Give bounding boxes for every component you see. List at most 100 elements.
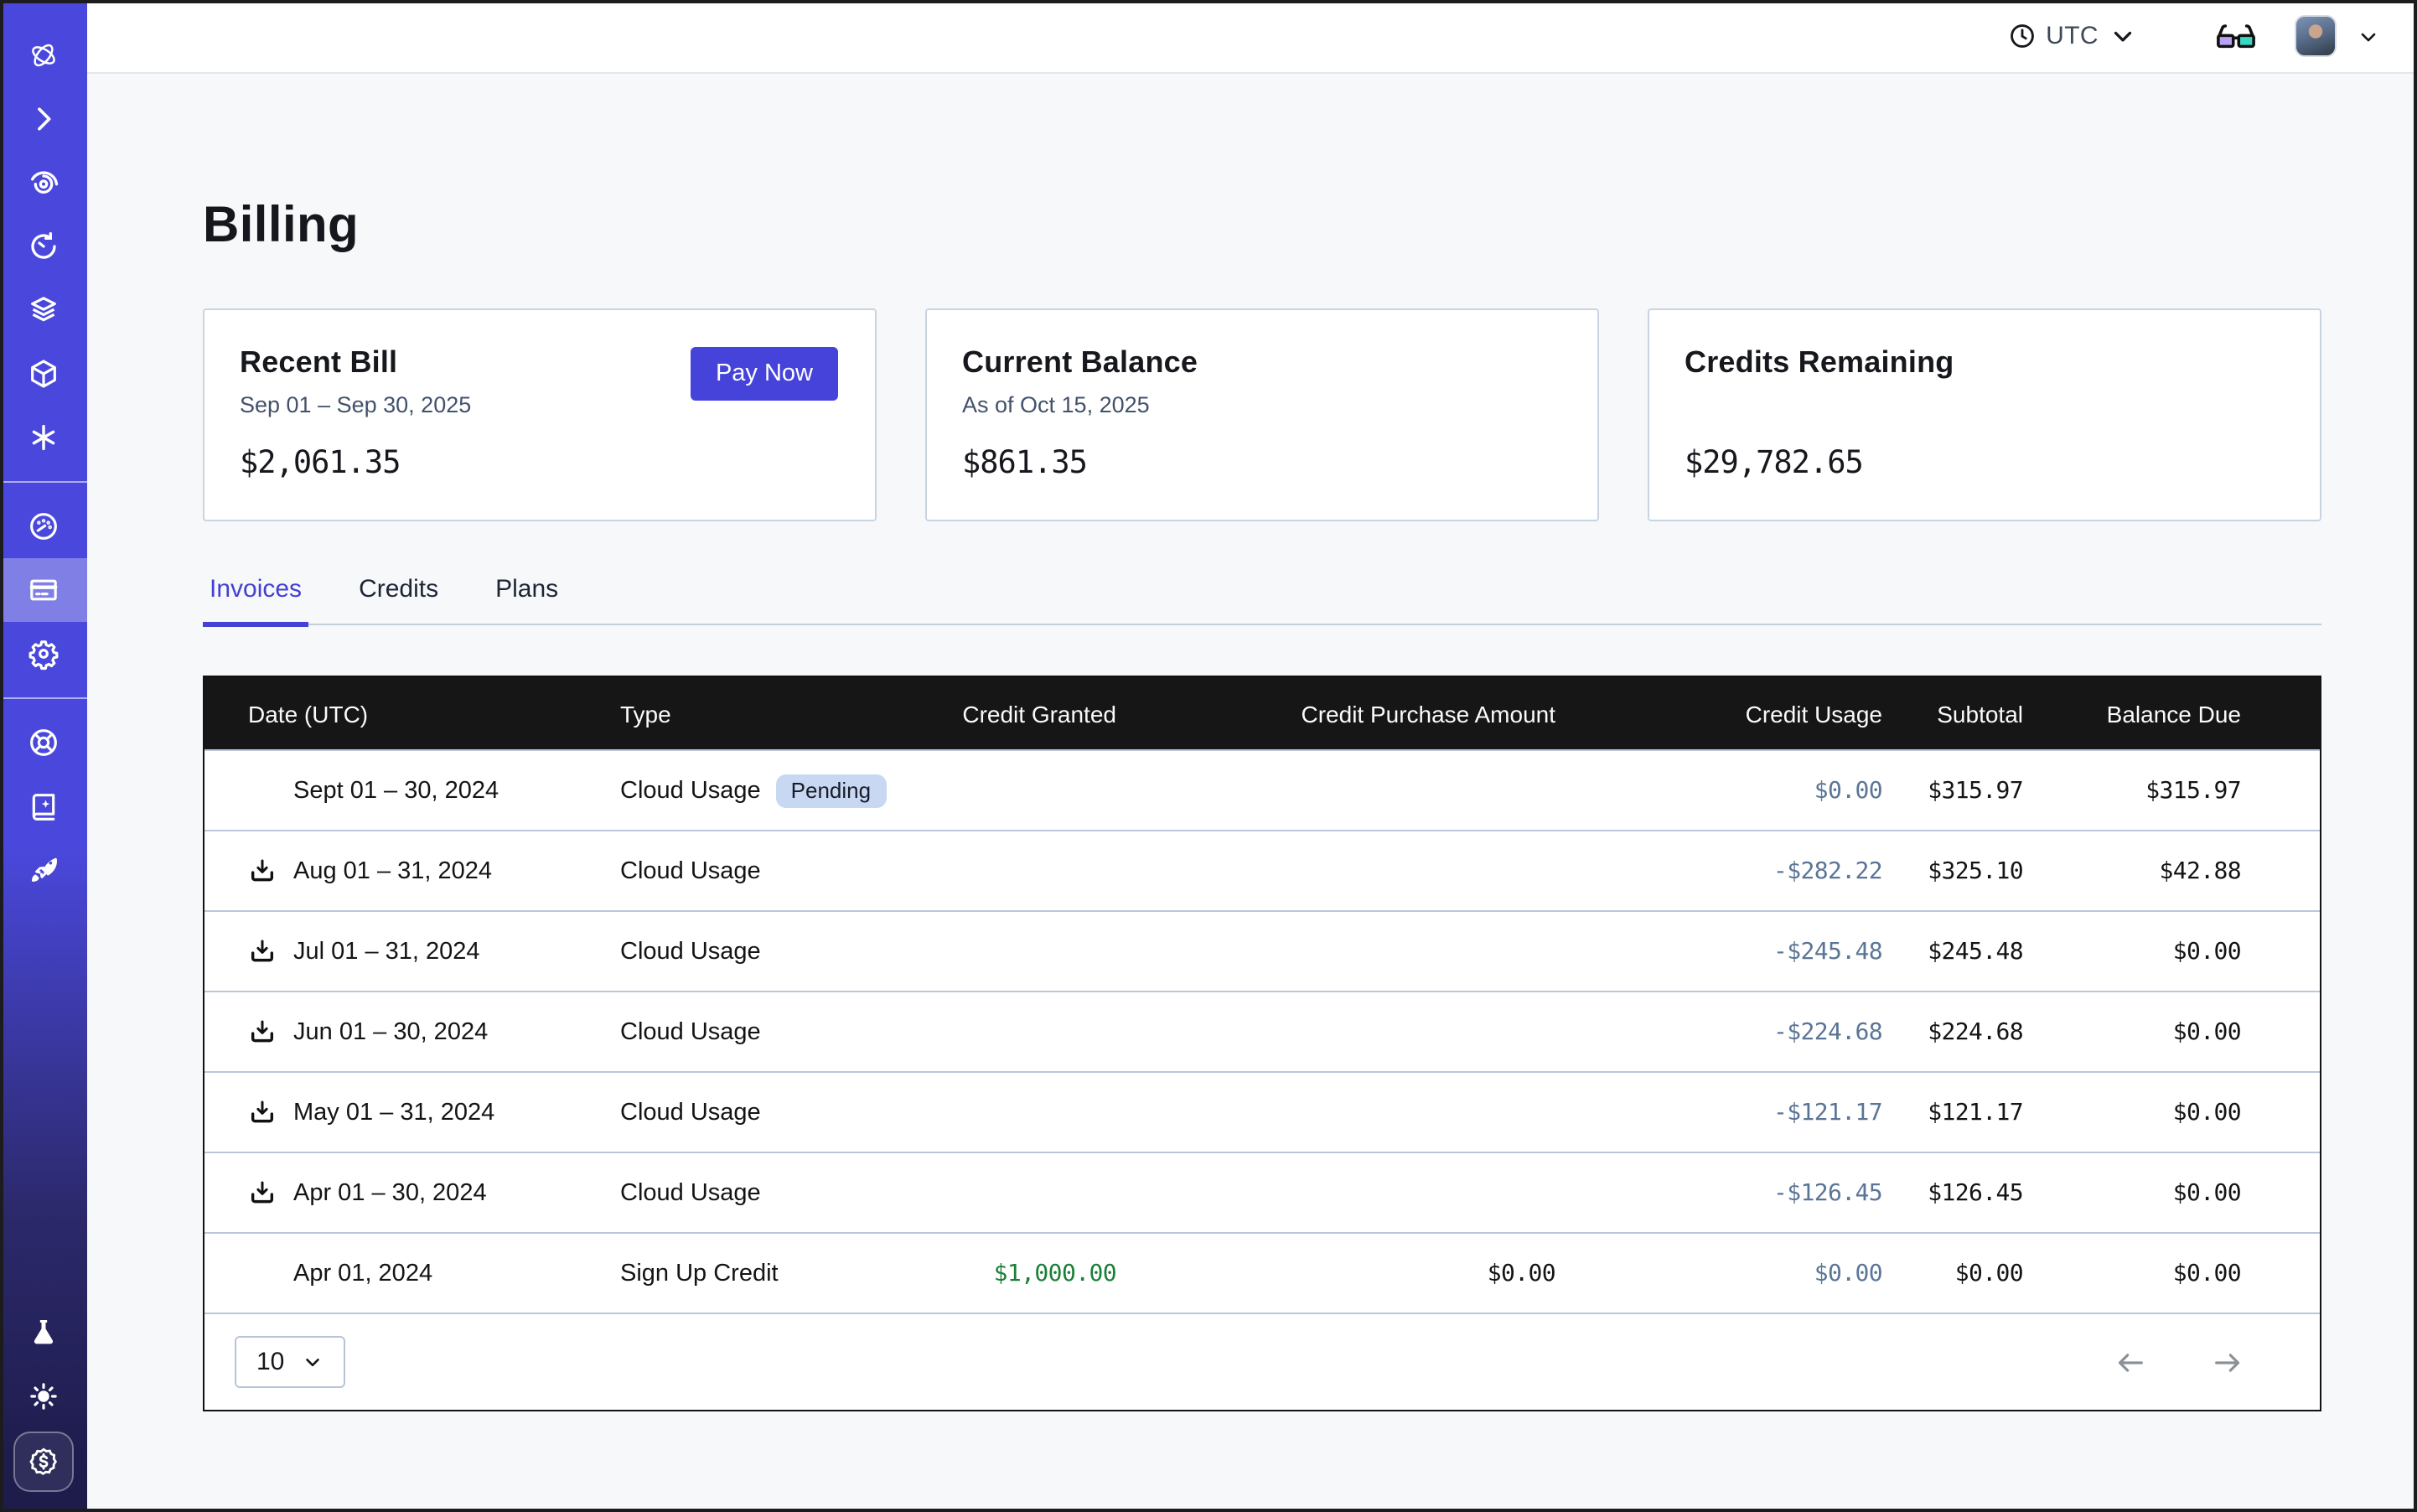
credits-money-button[interactable] (13, 1432, 74, 1492)
history-icon[interactable] (0, 215, 87, 278)
glasses-icon (2214, 14, 2258, 58)
col-header-date: Date (UTC) (204, 700, 620, 727)
current-balance-amount: $861.35 (962, 446, 1562, 481)
download-invoice-icon[interactable] (248, 1178, 277, 1207)
invoice-date: Jul 01 – 31, 2024 (293, 938, 480, 965)
invoice-date: Apr 01, 2024 (293, 1260, 432, 1287)
credit-usage: -$224.68 (1555, 1018, 1882, 1045)
subtotal: $121.17 (1882, 1099, 2023, 1126)
sidebar (0, 0, 87, 1512)
tab-invoices[interactable]: Invoices (203, 575, 308, 627)
card-subtitle (1685, 392, 2285, 421)
timezone-selector[interactable]: UTC (2007, 22, 2137, 50)
main-content: Billing Recent Bill Sep 01 – Sep 30, 202… (87, 74, 2417, 1512)
table-row: Apr 01, 2024 Sign Up Credit $1,000.00 $0… (204, 1232, 2320, 1313)
user-avatar[interactable] (2295, 15, 2337, 57)
chevron-down-icon[interactable] (2357, 24, 2380, 48)
col-header-type: Type (620, 700, 898, 727)
chevron-down-icon (301, 1351, 323, 1373)
col-header-credit-usage: Credit Usage (1555, 700, 1882, 727)
invoice-date: May 01 – 31, 2024 (293, 1099, 494, 1126)
spiral-icon[interactable] (0, 151, 87, 215)
table-row: May 01 – 31, 2024 Cloud Usage -$121.17 $… (204, 1071, 2320, 1152)
invoice-type: Sign Up Credit (620, 1260, 779, 1287)
credit-usage: $0.00 (1555, 1260, 1882, 1287)
invoice-date: Aug 01 – 31, 2024 (293, 857, 492, 884)
sidebar-item-rocket[interactable] (0, 838, 87, 902)
invoice-type: Cloud Usage (620, 777, 761, 804)
recent-bill-card: Recent Bill Sep 01 – Sep 30, 2025 $2,061… (203, 308, 877, 521)
recent-bill-amount: $2,061.35 (240, 446, 840, 481)
timezone-label: UTC (2046, 22, 2099, 50)
app-window: UTC Billing Recent Bill Sep 01 – Sep 30,… (0, 0, 2417, 1512)
sidebar-item-theme-sun[interactable] (0, 1364, 87, 1428)
col-header-credit-granted: Credit Granted (898, 700, 1116, 727)
invoice-type: Cloud Usage (620, 1018, 761, 1045)
tab-plans[interactable]: Plans (489, 575, 565, 624)
sidebar-item-support-lifebuoy[interactable] (0, 711, 87, 774)
summary-cards: Recent Bill Sep 01 – Sep 30, 2025 $2,061… (203, 308, 2321, 521)
table-header-row: Date (UTC) Type Credit Granted Credit Pu… (204, 677, 2320, 749)
invoice-date: Jun 01 – 30, 2024 (293, 1018, 488, 1045)
invoice-type: Cloud Usage (620, 938, 761, 965)
download-invoice-icon[interactable] (248, 1017, 277, 1046)
download-invoice-icon[interactable] (248, 1098, 277, 1126)
download-invoice-icon[interactable] (248, 857, 277, 885)
table-row: Jul 01 – 31, 2024 Cloud Usage -$245.48 $… (204, 910, 2320, 991)
balance-due: $0.00 (2023, 938, 2241, 965)
subtotal: $0.00 (1882, 1260, 2023, 1287)
credit-usage: $0.00 (1555, 777, 1882, 804)
sidebar-item-settings[interactable] (0, 622, 87, 686)
invoice-date: Sept 01 – 30, 2024 (293, 777, 499, 804)
current-balance-card: Current Balance As of Oct 15, 2025 $861.… (925, 308, 1599, 521)
orbit-logo-icon[interactable] (0, 23, 87, 87)
invoices-table: Date (UTC) Type Credit Granted Credit Pu… (203, 676, 2321, 1411)
cube-icon[interactable] (0, 342, 87, 406)
pay-now-button[interactable]: Pay Now (691, 347, 838, 401)
subtotal: $245.48 (1882, 938, 2023, 965)
arrow-left-icon (2114, 1345, 2147, 1379)
card-title: Credits Remaining (1685, 345, 2285, 381)
balance-due: $0.00 (2023, 1018, 2241, 1045)
invoice-type: Cloud Usage (620, 1099, 761, 1126)
credit-usage: -$245.48 (1555, 938, 1882, 965)
credits-remaining-card: Credits Remaining $29,782.65 (1648, 308, 2321, 521)
credit-granted: $1,000.00 (898, 1260, 1116, 1287)
sidebar-divider (0, 697, 87, 699)
page-size-select[interactable]: 10 (235, 1336, 344, 1388)
arrow-right-icon (2211, 1345, 2244, 1379)
invoice-type: Cloud Usage (620, 857, 761, 884)
table-row: Sept 01 – 30, 2024 Cloud Usage Pending $0… (204, 749, 2320, 830)
invoice-type: Cloud Usage (620, 1179, 761, 1206)
clock-icon (2007, 22, 2036, 50)
topbar: UTC (87, 0, 2417, 74)
col-header-subtotal: Subtotal (1882, 700, 2023, 727)
table-row: Apr 01 – 30, 2024 Cloud Usage -$126.45 $… (204, 1152, 2320, 1232)
prev-page-button[interactable] (2114, 1345, 2147, 1379)
table-row: Jun 01 – 30, 2024 Cloud Usage -$224.68 $… (204, 991, 2320, 1071)
balance-due: $0.00 (2023, 1099, 2241, 1126)
credit-purchase: $0.00 (1116, 1260, 1555, 1287)
chevron-down-icon (2109, 22, 2137, 50)
sidebar-item-docs-book[interactable] (0, 774, 87, 838)
balance-due: $315.97 (2023, 777, 2241, 804)
sidebar-item-billing[interactable] (0, 558, 87, 622)
layers-icon[interactable] (0, 278, 87, 342)
download-invoice-icon[interactable] (248, 937, 277, 966)
col-header-credit-purchase: Credit Purchase Amount (1116, 700, 1555, 727)
asterisk-icon[interactable] (0, 406, 87, 469)
sidebar-item-labs-flask[interactable] (0, 1301, 87, 1364)
credit-usage: -$282.22 (1555, 857, 1882, 884)
status-badge: Pending (776, 774, 886, 807)
reader-mode-button[interactable] (2214, 14, 2258, 58)
chevron-right-icon[interactable] (0, 87, 87, 151)
money-badge-icon (27, 1445, 60, 1478)
next-page-button[interactable] (2211, 1345, 2244, 1379)
subtotal: $315.97 (1882, 777, 2023, 804)
sidebar-divider (0, 481, 87, 483)
invoice-date: Apr 01 – 30, 2024 (293, 1179, 487, 1206)
balance-due: $42.88 (2023, 857, 2241, 884)
table-footer: 10 (204, 1313, 2320, 1410)
tab-credits[interactable]: Credits (352, 575, 445, 624)
sidebar-item-usage-gauge[interactable] (0, 495, 87, 558)
